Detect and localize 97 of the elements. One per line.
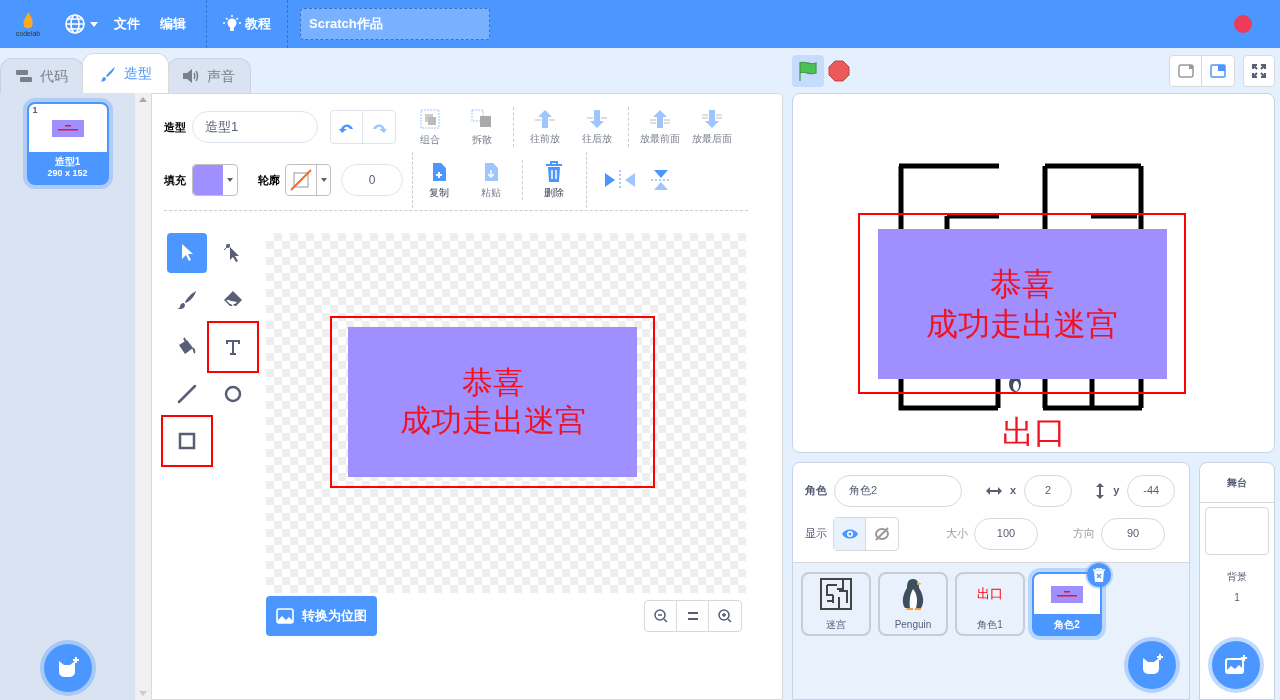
- layout-icon: [1177, 63, 1194, 78]
- fullscreen-icon: [1252, 63, 1266, 78]
- costume-name: 造型1: [54, 155, 81, 169]
- flag-icon: [797, 59, 819, 82]
- trash-icon: [545, 160, 563, 183]
- sprite-name: 迷宫: [825, 617, 847, 632]
- banner-text: 恭喜: [461, 364, 524, 402]
- zoom-out-icon: [653, 609, 668, 623]
- stage-panel-title: 舞台: [1200, 463, 1274, 503]
- globe-icon: [64, 13, 86, 35]
- exit-label: 出口: [1001, 413, 1066, 452]
- sprite-tile[interactable]: Penguin: [878, 572, 948, 636]
- sprite-tile[interactable]: 出口 角色1: [955, 572, 1025, 636]
- costume-label: 造型: [164, 119, 187, 135]
- copy-button[interactable]: 复制: [413, 160, 465, 200]
- delete-sprite-button[interactable]: [1087, 563, 1111, 587]
- caret-icon: [227, 178, 233, 182]
- caret-icon: [90, 21, 98, 27]
- x-label: x: [1010, 483, 1017, 499]
- maze-icon: [819, 577, 853, 611]
- stage[interactable]: 恭喜 成功走出迷宫 出口: [792, 93, 1275, 453]
- backdrop-thumbnail[interactable]: [1205, 507, 1269, 555]
- zoom-in-icon: [718, 609, 732, 623]
- tab[interactable]: 代码: [0, 58, 84, 93]
- add-backdrop-button[interactable]: [1212, 641, 1260, 689]
- image-icon: [1224, 655, 1248, 675]
- lightbulb-icon: [223, 15, 241, 33]
- group-icon: [418, 107, 442, 130]
- costume-tile[interactable]: 1 造型1 290 x 152: [26, 102, 109, 185]
- stop-icon[interactable]: [828, 59, 850, 82]
- sprite-name: 角色2: [1053, 617, 1081, 632]
- menu-item[interactable]: 文件: [114, 14, 140, 34]
- blocks-icon: [16, 70, 32, 82]
- costume-size: 290 x 152: [47, 168, 88, 180]
- direction-label: 方向: [1073, 526, 1095, 542]
- speaker-icon: [183, 69, 199, 83]
- hidden-eye-icon: [874, 526, 890, 541]
- outline-color-picker[interactable]: [285, 164, 331, 196]
- arrow-up-icon: [649, 108, 671, 129]
- delete-button[interactable]: 删除: [528, 160, 580, 200]
- size-label: 大小: [946, 526, 968, 542]
- caret-icon: [320, 178, 327, 182]
- run-flag-button[interactable]: [792, 54, 824, 87]
- fullscreen-button[interactable]: [1243, 54, 1275, 87]
- paste-icon: [482, 160, 500, 183]
- outline-label: 轮廓: [258, 172, 281, 188]
- fill-color-picker[interactable]: [192, 164, 238, 196]
- show-label: 显示: [805, 526, 828, 542]
- menu-item[interactable]: 编辑: [160, 14, 186, 34]
- fill-label: 填充: [164, 172, 187, 188]
- brush-icon: [175, 288, 199, 312]
- cat-icon: [1140, 654, 1164, 676]
- costume-number: 1: [32, 104, 38, 117]
- banner-text: 恭喜: [990, 264, 1054, 304]
- arrow-up-icon: [534, 108, 556, 129]
- color-swatch: [193, 165, 223, 195]
- vertical-arrow-icon: [1095, 482, 1106, 499]
- eye-icon: [841, 527, 858, 540]
- sprite-tile[interactable]: 迷宫: [801, 572, 871, 636]
- flip-vertical-icon[interactable]: [651, 168, 671, 192]
- copy-icon: [430, 160, 448, 183]
- layout-icon: [1210, 63, 1226, 78]
- no-outline-icon: [289, 168, 313, 192]
- arrow-down-icon: [586, 108, 608, 129]
- add-sprite-button[interactable]: [1128, 641, 1176, 689]
- horizontal-arrow-icon: [986, 485, 1002, 496]
- trash-icon: [1093, 568, 1105, 582]
- sprite-name: 角色1: [976, 617, 1004, 632]
- tab[interactable]: 造型: [82, 53, 169, 93]
- banner-text: 成功走出迷宫: [399, 402, 586, 440]
- arrow-down-icon: [701, 108, 723, 129]
- flame-icon: [22, 11, 34, 30]
- show-button[interactable]: [834, 517, 866, 550]
- sprite-name: Penguin: [893, 617, 933, 632]
- select-tool[interactable]: [167, 233, 207, 273]
- scroll-up-icon[interactable]: [139, 97, 147, 102]
- line-icon: [175, 382, 199, 406]
- sprite-tile[interactable]: 角色2: [1032, 572, 1102, 636]
- banner-text: 成功走出迷宫: [926, 304, 1118, 344]
- image-icon: [276, 608, 294, 624]
- project-title-field[interactable]: Scratch作品: [300, 8, 490, 40]
- convert-to-bitmap-button[interactable]: 转换为位图: [266, 596, 377, 636]
- sprite-label: 角色: [805, 483, 828, 499]
- language-button[interactable]: [64, 13, 98, 35]
- y-label: y: [1113, 483, 1120, 499]
- equals-icon: [686, 612, 699, 620]
- record-indicator-icon: [1234, 15, 1252, 33]
- flip-horizontal-icon[interactable]: [603, 170, 637, 190]
- ungroup-icon: [470, 107, 494, 130]
- backdrops-label: 背景: [1227, 570, 1247, 584]
- add-costume-button[interactable]: [43, 644, 92, 692]
- backdrop-count: 1: [1234, 591, 1240, 605]
- tutorial-button[interactable]: 教程: [207, 14, 287, 34]
- brush-icon: [99, 65, 116, 82]
- tutorial-label: 教程: [245, 15, 271, 34]
- tab[interactable]: 声音: [167, 58, 251, 93]
- thumbnail-text: 出口: [977, 585, 1003, 604]
